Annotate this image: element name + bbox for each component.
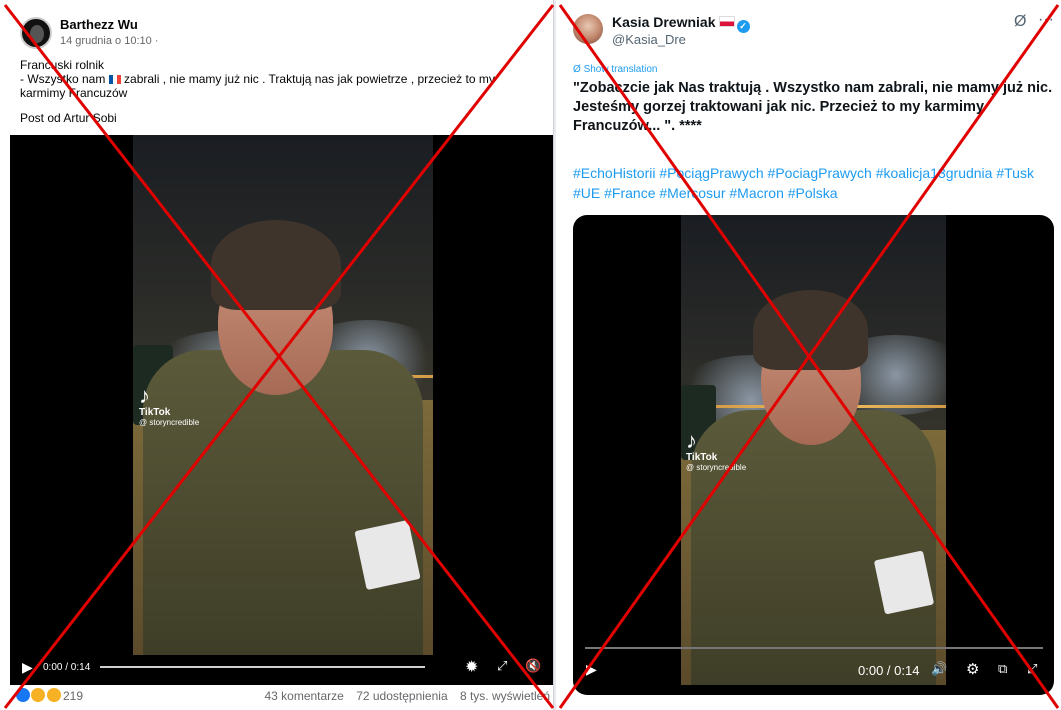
post-text-line: - Wszystko nam zabrali , nie mamy już ni…: [20, 72, 540, 100]
video-frame[interactable]: ♪ TikTok @ storyncredible: [681, 215, 946, 685]
tiktok-icon: ♪: [139, 383, 150, 408]
author-name-row: Kasia Drewniak ✓: [612, 14, 750, 33]
hashtags[interactable]: #EchoHistorii #PociągPrawych #PociagPraw…: [573, 163, 1059, 203]
author-handle[interactable]: @Kasia_Dre: [612, 32, 686, 47]
care-reaction-icon: [30, 687, 47, 703]
video-player[interactable]: ♪ TikTok @ storyncredible ▶ 0:00 / 0:14 …: [10, 135, 553, 685]
person-hat: [753, 290, 868, 370]
tiktok-user: @ storyncredible: [139, 418, 200, 427]
play-icon[interactable]: ▶: [586, 661, 597, 678]
fullscreen-icon[interactable]: ⤢: [1027, 661, 1037, 677]
video-frame[interactable]: ♪ TikTok @ storyncredible: [133, 135, 433, 655]
tiktok-watermark: ♪ TikTok @ storyncredible: [139, 383, 200, 428]
tiktok-watermark: ♪ TikTok @ storyncredible: [686, 428, 747, 473]
video-progress-bar[interactable]: [585, 647, 1043, 649]
views-count: 8 tys. wyświetleń: [459, 689, 550, 703]
video-progress-bar[interactable]: [100, 666, 425, 668]
tiktok-name: TikTok: [139, 407, 171, 418]
author-name[interactable]: Kasia Drewniak: [612, 14, 716, 30]
volume-icon[interactable]: 🔊: [931, 661, 947, 677]
reactions[interactable]: [15, 687, 62, 703]
post-footer: 219 43 komentarze 72 udostępnienia 8 tys…: [15, 685, 550, 707]
video-controls: ▶ 0:00 / 0:14 🔊 ⚙ ⧉ ⤢: [573, 645, 1054, 695]
video-player[interactable]: ♪ TikTok @ storyncredible ▶ 0:00 / 0:14 …: [573, 215, 1054, 695]
post-text-line: Francuski rolnik: [20, 58, 105, 72]
post-stats: 43 komentarze 72 udostępnienia 8 tys. wy…: [255, 689, 550, 703]
poland-flag-icon: [718, 16, 735, 27]
post-text-part: - Wszystko nam: [20, 72, 106, 86]
france-flag-icon: [108, 75, 121, 84]
translate-label: Show translation: [583, 64, 658, 75]
more-options-icon[interactable]: ···: [1038, 11, 1054, 29]
post-text: "Zobaczcie jak Nas traktują . Wszystko n…: [573, 80, 1053, 134]
play-icon[interactable]: ▶: [22, 659, 33, 676]
translate-icon: Ø: [573, 64, 581, 75]
video-time: 0:00 / 0:14: [43, 662, 91, 673]
mute-icon[interactable]: 🔇: [525, 658, 541, 674]
video-controls: ▶ 0:00 / 0:14 ✹ ⤢ 🔇: [10, 649, 553, 685]
post-source: Post od Artur Sobi: [20, 111, 117, 125]
show-translation-link[interactable]: Ø Show translation: [573, 64, 658, 75]
person-hat: [211, 220, 341, 310]
author-avatar[interactable]: [20, 17, 52, 49]
verified-badge-icon: ✓: [736, 20, 750, 33]
post-header: Barthezz Wu 14 grudnia o 10:10 ·: [20, 15, 540, 55]
video-time: 0:00 / 0:14: [858, 663, 920, 678]
sad-reaction-icon: [45, 687, 62, 703]
tiktok-user: @ storyncredible: [686, 463, 747, 472]
picture-in-picture-icon[interactable]: ⧉: [998, 661, 1007, 677]
fullscreen-icon[interactable]: ⤢: [497, 658, 507, 674]
post-text: Francuski rolnik - Wszystko nam zabrali …: [20, 58, 540, 100]
settings-icon[interactable]: ✹: [465, 657, 478, 677]
grok-icon[interactable]: Ø: [1014, 13, 1026, 31]
comments-count[interactable]: 43 komentarze: [264, 689, 343, 703]
tiktok-name: TikTok: [686, 452, 718, 463]
settings-icon[interactable]: ⚙: [966, 660, 979, 678]
author-name[interactable]: Barthezz Wu: [60, 17, 138, 32]
x-post-panel: Kasia Drewniak ✓ @Kasia_Dre Ø ··· Ø Show …: [556, 0, 1061, 710]
tiktok-icon: ♪: [686, 428, 697, 453]
shares-count[interactable]: 72 udostępnienia: [356, 689, 447, 703]
facebook-post-panel: Barthezz Wu 14 grudnia o 10:10 · Francus…: [0, 0, 554, 710]
post-timestamp[interactable]: 14 grudnia o 10:10 ·: [60, 35, 158, 47]
like-reaction-icon: [15, 687, 31, 703]
author-avatar[interactable]: [573, 14, 603, 44]
reaction-count[interactable]: 219: [63, 689, 83, 703]
